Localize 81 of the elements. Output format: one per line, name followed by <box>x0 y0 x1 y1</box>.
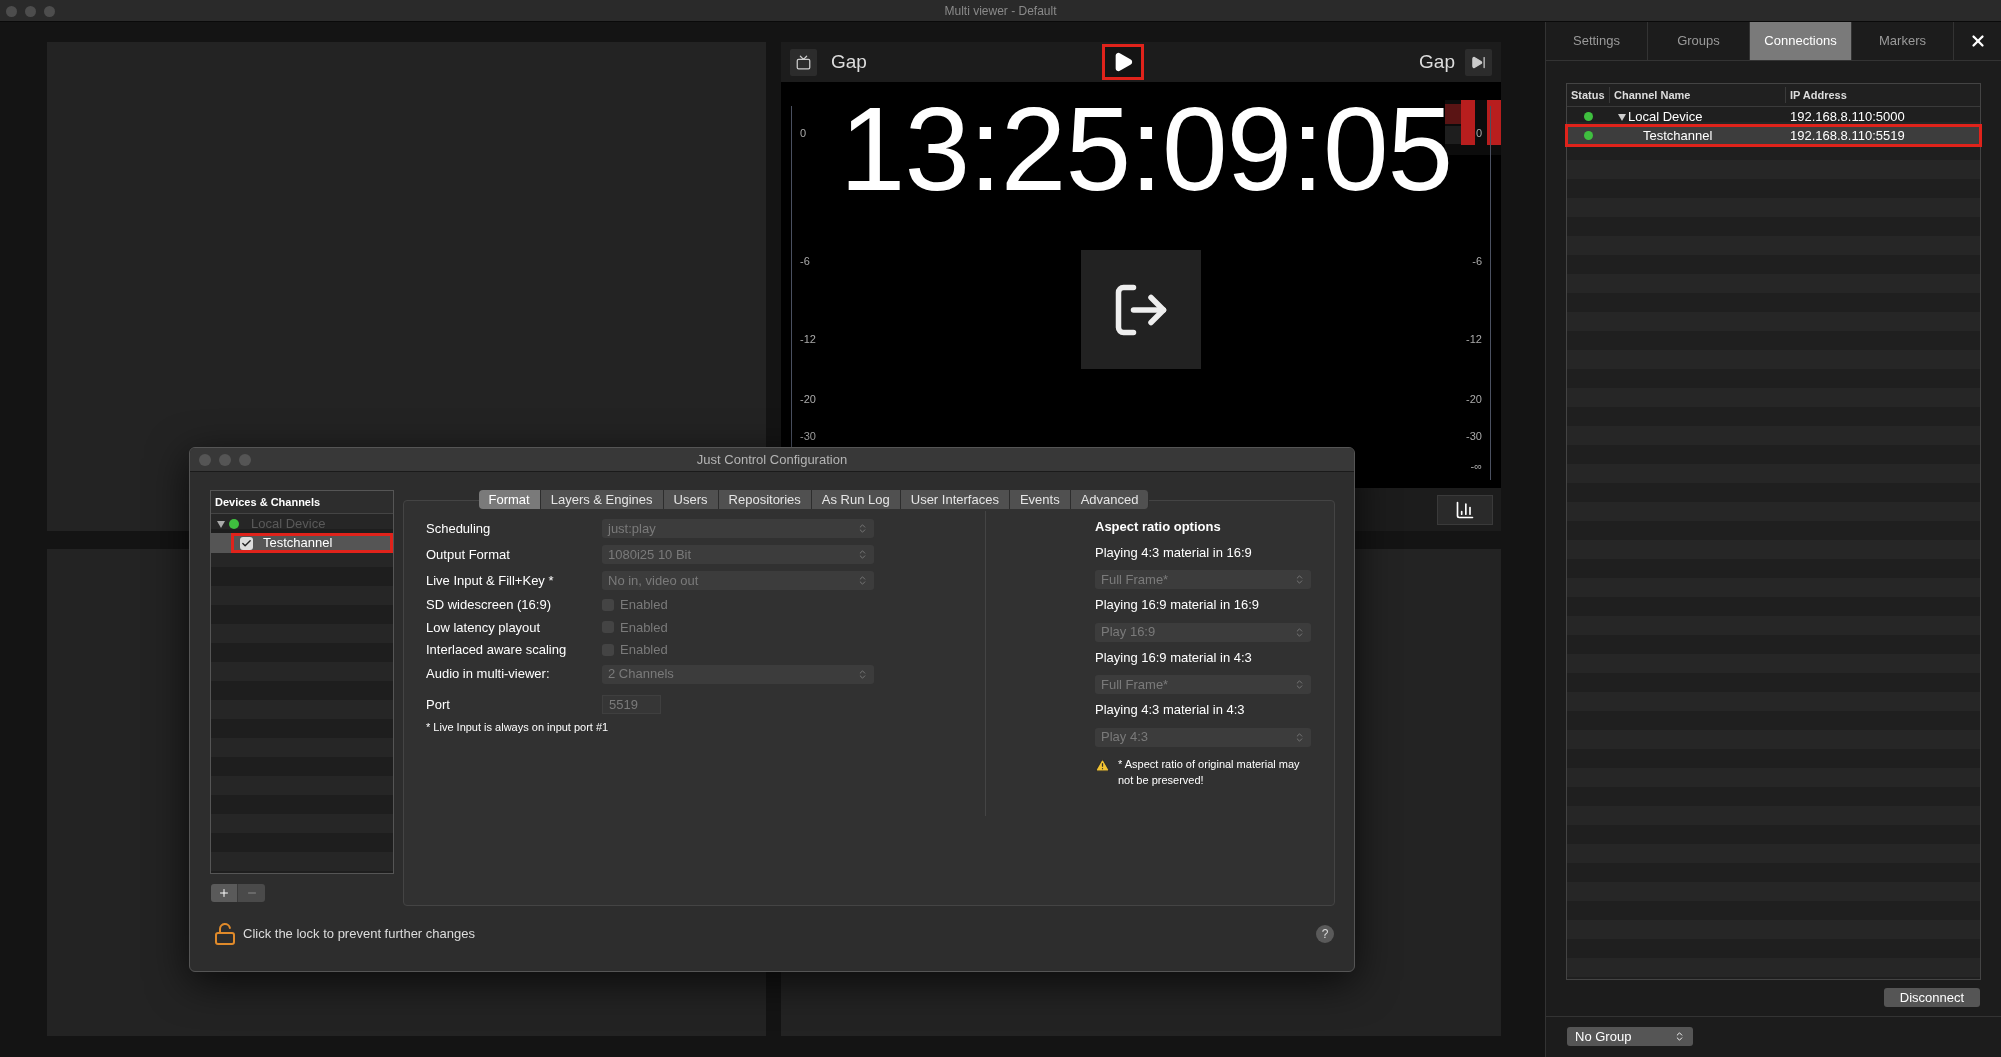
up-down-icon <box>857 549 868 560</box>
lock-text: Click the lock to prevent further changes <box>243 925 475 944</box>
up-down-icon <box>857 575 868 586</box>
setting-label: Output Format <box>426 545 511 564</box>
meter-scale-label: -6 <box>800 255 810 267</box>
right-clip-label: Gap <box>1419 49 1455 74</box>
help-button[interactable]: ? <box>1316 925 1334 943</box>
config-tab[interactable]: Layers & Engines <box>540 490 664 509</box>
left-clip-label: Gap <box>831 49 867 74</box>
skip-forward-icon <box>1471 54 1486 70</box>
section-title: Aspect ratio options <box>1095 518 1222 536</box>
footnote: * Live Input is always on input port #1 <box>426 720 610 735</box>
channel-name: Local Device <box>1628 107 1703 126</box>
channel-name: Testchannel <box>263 534 333 553</box>
checkbox-label: Enabled <box>620 596 668 614</box>
config-tab[interactable]: Users <box>663 490 719 509</box>
config-tab[interactable]: Repositories <box>718 490 812 509</box>
meter-scale-label: -∞ <box>1470 461 1482 473</box>
config-tab[interactable]: As Run Log <box>811 490 901 509</box>
list-header: Devices & Channels <box>215 494 321 510</box>
tv-button[interactable] <box>790 48 817 76</box>
setting-label: Port <box>426 695 451 714</box>
panel-tab[interactable]: Connections <box>1750 22 1852 60</box>
plus-icon <box>218 887 230 899</box>
warning-text: * Aspect ratio of original material may not be preserved! <box>1118 756 1301 788</box>
setting-label: Audio in multi-viewer: <box>426 665 551 684</box>
meter-scale-label: -20 <box>1466 393 1482 405</box>
play-button[interactable] <box>1102 44 1144 80</box>
option-label: Playing 4:3 material in 16:9 <box>1095 543 1253 562</box>
disconnect-button[interactable]: Disconnect <box>1884 988 1980 1007</box>
meter-scale-label: 0 <box>800 128 807 140</box>
tv-icon <box>796 54 811 70</box>
setting-label: SD widescreen (16:9) <box>426 596 552 614</box>
audio-meter-button[interactable] <box>1437 494 1493 525</box>
checkbox-label: Enabled <box>620 641 668 659</box>
setting-label: Live Input & Fill+Key * <box>426 571 555 590</box>
up-down-icon <box>857 523 868 534</box>
meter-scale-label: -20 <box>800 393 816 405</box>
lock-icon[interactable] <box>213 922 237 946</box>
option-label: Playing 16:9 material in 4:3 <box>1095 648 1253 667</box>
checkbox-label: Enabled <box>620 618 668 637</box>
warning-icon <box>1095 757 1110 773</box>
panel-tab[interactable]: Settings <box>1546 22 1648 60</box>
config-tab[interactable]: Advanced <box>1070 490 1150 509</box>
meter-scale-label: 0 <box>1475 128 1482 140</box>
option-label: Playing 16:9 material in 16:9 <box>1095 596 1261 614</box>
panel-tab[interactable]: Markers <box>1852 22 1954 60</box>
group-select[interactable]: No Group <box>1567 1027 1693 1046</box>
option-label: Playing 4:3 material in 4:3 <box>1095 701 1246 719</box>
window-title: Multi viewer - Default <box>944 2 1057 20</box>
ip-address: 192.168.8.110:5000 <box>1789 107 1905 126</box>
bar-chart-icon <box>1455 499 1475 520</box>
column-header[interactable]: Channel Name <box>1610 86 1786 104</box>
up-down-icon <box>1674 1031 1685 1042</box>
skip-forward-button[interactable] <box>1465 48 1492 76</box>
up-down-icon <box>1294 731 1305 743</box>
setting-label: Scheduling <box>426 519 492 538</box>
setting-label: Low latency playout <box>426 618 542 637</box>
config-tab[interactable]: Events <box>1009 490 1071 509</box>
add-button[interactable] <box>211 884 238 902</box>
up-down-icon <box>1294 626 1305 638</box>
config-tab[interactable]: User Interfaces <box>900 490 1010 509</box>
meter-scale-label: -12 <box>1466 334 1482 346</box>
setting-label: Interlaced aware scaling <box>426 641 568 659</box>
meter-scale-label: -12 <box>800 334 816 346</box>
up-down-icon <box>1294 574 1305 585</box>
table-row[interactable]: Testchannel 192.168.8.110:5519 <box>1567 126 1980 145</box>
disclosure-triangle-icon[interactable] <box>1618 112 1626 121</box>
meter-scale-label: -30 <box>1466 431 1482 443</box>
config-tab[interactable]: Format <box>478 490 541 509</box>
column-header[interactable]: IP Address <box>1786 86 1980 104</box>
meter-scale-label: -30 <box>800 431 816 443</box>
up-down-icon <box>1294 679 1305 690</box>
up-down-icon <box>857 668 868 680</box>
table-row[interactable]: Local Device 192.168.8.110:5000 <box>1567 107 1980 126</box>
timecode: 13:25:09:05 <box>839 90 1453 208</box>
meter-scale-label: -6 <box>1472 255 1482 267</box>
ip-address: 192.168.8.110:5519 <box>1789 126 1905 145</box>
channel-name: Testchannel <box>1643 126 1713 145</box>
dialog-title: Just Control Configuration <box>696 450 848 469</box>
column-header[interactable]: Status <box>1567 86 1610 104</box>
